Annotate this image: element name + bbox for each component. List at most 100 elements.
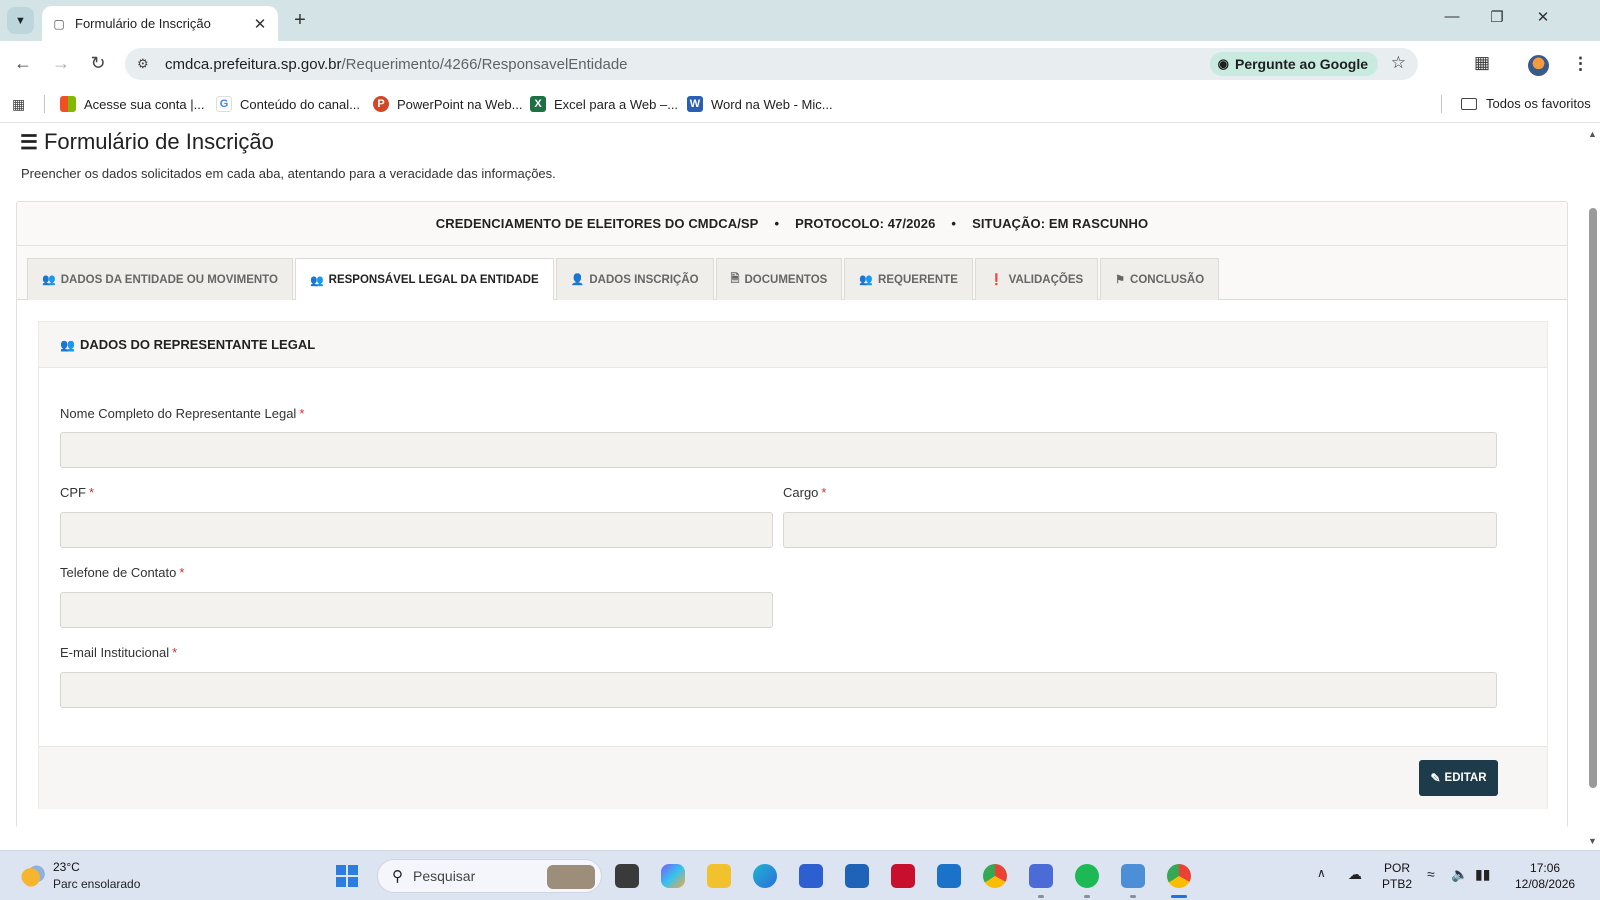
clock-time: 17:06 [1530, 861, 1561, 875]
chrome-icon[interactable] [983, 864, 1007, 888]
required-mark: * [172, 645, 178, 660]
tab-dados-entidade[interactable]: 👥 DADOS DA ENTIDADE OU MOVIMENTO [27, 258, 293, 300]
task-view-icon[interactable] [615, 864, 639, 888]
bookmark-item[interactable]: G Conteúdo do canal... [216, 96, 360, 112]
bookmark-item[interactable]: P PowerPoint na Web... [373, 96, 523, 112]
edit-icon: ✎ [1430, 771, 1441, 785]
search-placeholder: Pesquisar [413, 868, 476, 884]
windows-logo-icon [348, 865, 358, 875]
restore-icon[interactable]: ❐ [1485, 8, 1509, 26]
browser-toolbar: ← → ↻ ⚙ cmdca.prefeitura.sp.gov.br/Reque… [0, 41, 1600, 86]
outlook-icon[interactable] [937, 864, 961, 888]
back-arrow-icon[interactable]: ← [12, 53, 34, 73]
input-language[interactable]: POR PTB2 [1382, 860, 1412, 892]
browser-tab[interactable]: ▢ Formulário de Inscrição ✕ [42, 6, 278, 41]
tab-validacoes[interactable]: ❗ VALIDAÇÕES [974, 258, 1099, 300]
weather-temperature[interactable]: 23°C [53, 860, 80, 874]
cargo-field[interactable] [783, 512, 1497, 548]
spotify-icon[interactable] [1075, 864, 1099, 888]
new-tab-button[interactable]: + [290, 9, 310, 31]
system-clock[interactable]: 17:06 12/08/2026 [1515, 860, 1575, 892]
edit-button-label: EDITAR [1444, 772, 1487, 784]
user-icon: 👤 [570, 274, 585, 286]
edit-button[interactable]: ✎ EDITAR [1419, 760, 1498, 796]
copilot-icon[interactable] [661, 864, 685, 888]
start-button[interactable] [336, 865, 358, 887]
email-field[interactable] [60, 672, 1497, 708]
weather-description[interactable]: Parc ensolarado [53, 877, 140, 891]
telefone-label-text: Telefone de Contato [60, 565, 177, 580]
url-text[interactable]: cmdca.prefeitura.sp.gov.br/Requerimento/… [165, 56, 628, 73]
all-bookmarks-label: Todos os favoritos [1486, 96, 1591, 111]
address-bar[interactable]: ⚙ cmdca.prefeitura.sp.gov.br/Requeriment… [125, 48, 1418, 80]
cargo-label-text: Cargo [783, 485, 819, 500]
chrome-active-icon[interactable] [1167, 864, 1191, 888]
cpf-label: CPF * [60, 485, 94, 500]
powerpoint-icon: P [373, 96, 389, 112]
onedrive-icon[interactable]: ☁ [1348, 866, 1362, 883]
search-highlight-image [547, 865, 595, 889]
scroll-up-arrow-icon[interactable]: ▲ [1588, 129, 1597, 139]
microsoft-store-icon[interactable] [799, 864, 823, 888]
users-icon: 👥 [60, 337, 75, 352]
tab-responsavel-legal[interactable]: 👥 RESPONSÁVEL LEGAL DA ENTIDADE [294, 258, 554, 301]
telefone-field[interactable] [60, 592, 773, 628]
extensions-icon[interactable]: ▦ [1474, 53, 1490, 73]
url-path: /Requerimento/4266/ResponsavelEntidade [341, 55, 628, 73]
close-tab-icon[interactable]: ✕ [252, 15, 268, 33]
wifi-icon[interactable]: ≈ [1427, 866, 1435, 882]
scrollbar-thumb[interactable] [1589, 208, 1597, 788]
bookmark-item[interactable]: X Excel para a Web –... [530, 96, 678, 112]
all-bookmarks-button[interactable]: Todos os favoritos [1461, 96, 1591, 111]
tab-label: VALIDAÇÕES [1008, 273, 1084, 286]
running-indicator [1038, 895, 1044, 898]
chevron-down-icon: ▼ [15, 14, 26, 27]
bookmark-item[interactable]: Acesse sua conta |... [60, 96, 204, 112]
required-mark: * [179, 565, 185, 580]
mcafee-icon[interactable] [891, 864, 915, 888]
taskbar-search[interactable]: ⚲ Pesquisar [377, 859, 602, 893]
nome-label: Nome Completo do Representante Legal * [60, 406, 304, 421]
tab-requerente[interactable]: 👥 REQUERENTE [844, 258, 973, 300]
scroll-down-arrow-icon[interactable]: ▼ [1588, 836, 1597, 846]
photos-app-icon[interactable] [1121, 864, 1145, 888]
tab-conclusao[interactable]: ⚑ CONCLUSÃO [1100, 258, 1220, 300]
page-favicon-icon: ▢ [53, 16, 65, 31]
chevron-up-icon[interactable]: ∧ [1317, 866, 1326, 880]
calendar-app-icon[interactable] [1029, 864, 1053, 888]
tab-documentos[interactable]: 🗎 DOCUMENTOS [715, 258, 843, 300]
tab-dados-inscricao[interactable]: 👤 DADOS INSCRIÇÃO [555, 258, 714, 300]
users-icon: 👥 [42, 274, 56, 286]
nome-field[interactable] [60, 432, 1497, 468]
tab-search-button[interactable]: ▼ [7, 7, 34, 34]
weather-icon[interactable] [21, 863, 45, 887]
folder-icon [1461, 97, 1477, 110]
cpf-field[interactable] [60, 512, 773, 548]
bookmark-item[interactable]: W Word na Web - Mic... [687, 96, 833, 112]
windows-logo-icon [348, 877, 358, 887]
page-title: ☰ Formulário de Inscrição [20, 129, 274, 155]
reload-icon[interactable]: ↻ [87, 53, 109, 73]
protocol-number: PROTOCOLO: 47/2026 [795, 216, 936, 231]
browser-menu-icon[interactable]: ⋮ [1572, 54, 1589, 74]
bookmark-label: Conteúdo do canal... [240, 96, 360, 112]
volume-icon[interactable]: 🔈 [1451, 866, 1468, 883]
excel-icon: X [530, 96, 546, 112]
profile-avatar[interactable] [1528, 55, 1549, 76]
bookmark-label: PowerPoint na Web... [397, 96, 523, 112]
site-info-icon[interactable]: ⚙ [137, 56, 155, 72]
edge-browser-icon[interactable] [753, 864, 777, 888]
active-app-indicator [1171, 895, 1187, 898]
battery-icon[interactable]: ▮▮ [1475, 866, 1490, 883]
file-explorer-icon[interactable] [707, 864, 731, 888]
tab-label: CONCLUSÃO [1130, 273, 1205, 286]
bookmark-star-icon[interactable]: ☆ [1391, 53, 1406, 73]
ask-google-button[interactable]: ◉ Pergunte ao Google [1209, 52, 1378, 76]
email-label: E-mail Institucional * [60, 645, 177, 660]
card-header: CREDENCIAMENTO DE ELEITORES DO CMDCA/SP … [17, 202, 1567, 246]
apps-grid-icon[interactable]: ▦ [12, 96, 25, 113]
forward-arrow-icon[interactable]: → [50, 53, 72, 73]
minimize-icon[interactable]: — [1440, 8, 1464, 25]
close-window-icon[interactable]: ✕ [1531, 8, 1555, 26]
security-app-icon[interactable] [845, 864, 869, 888]
